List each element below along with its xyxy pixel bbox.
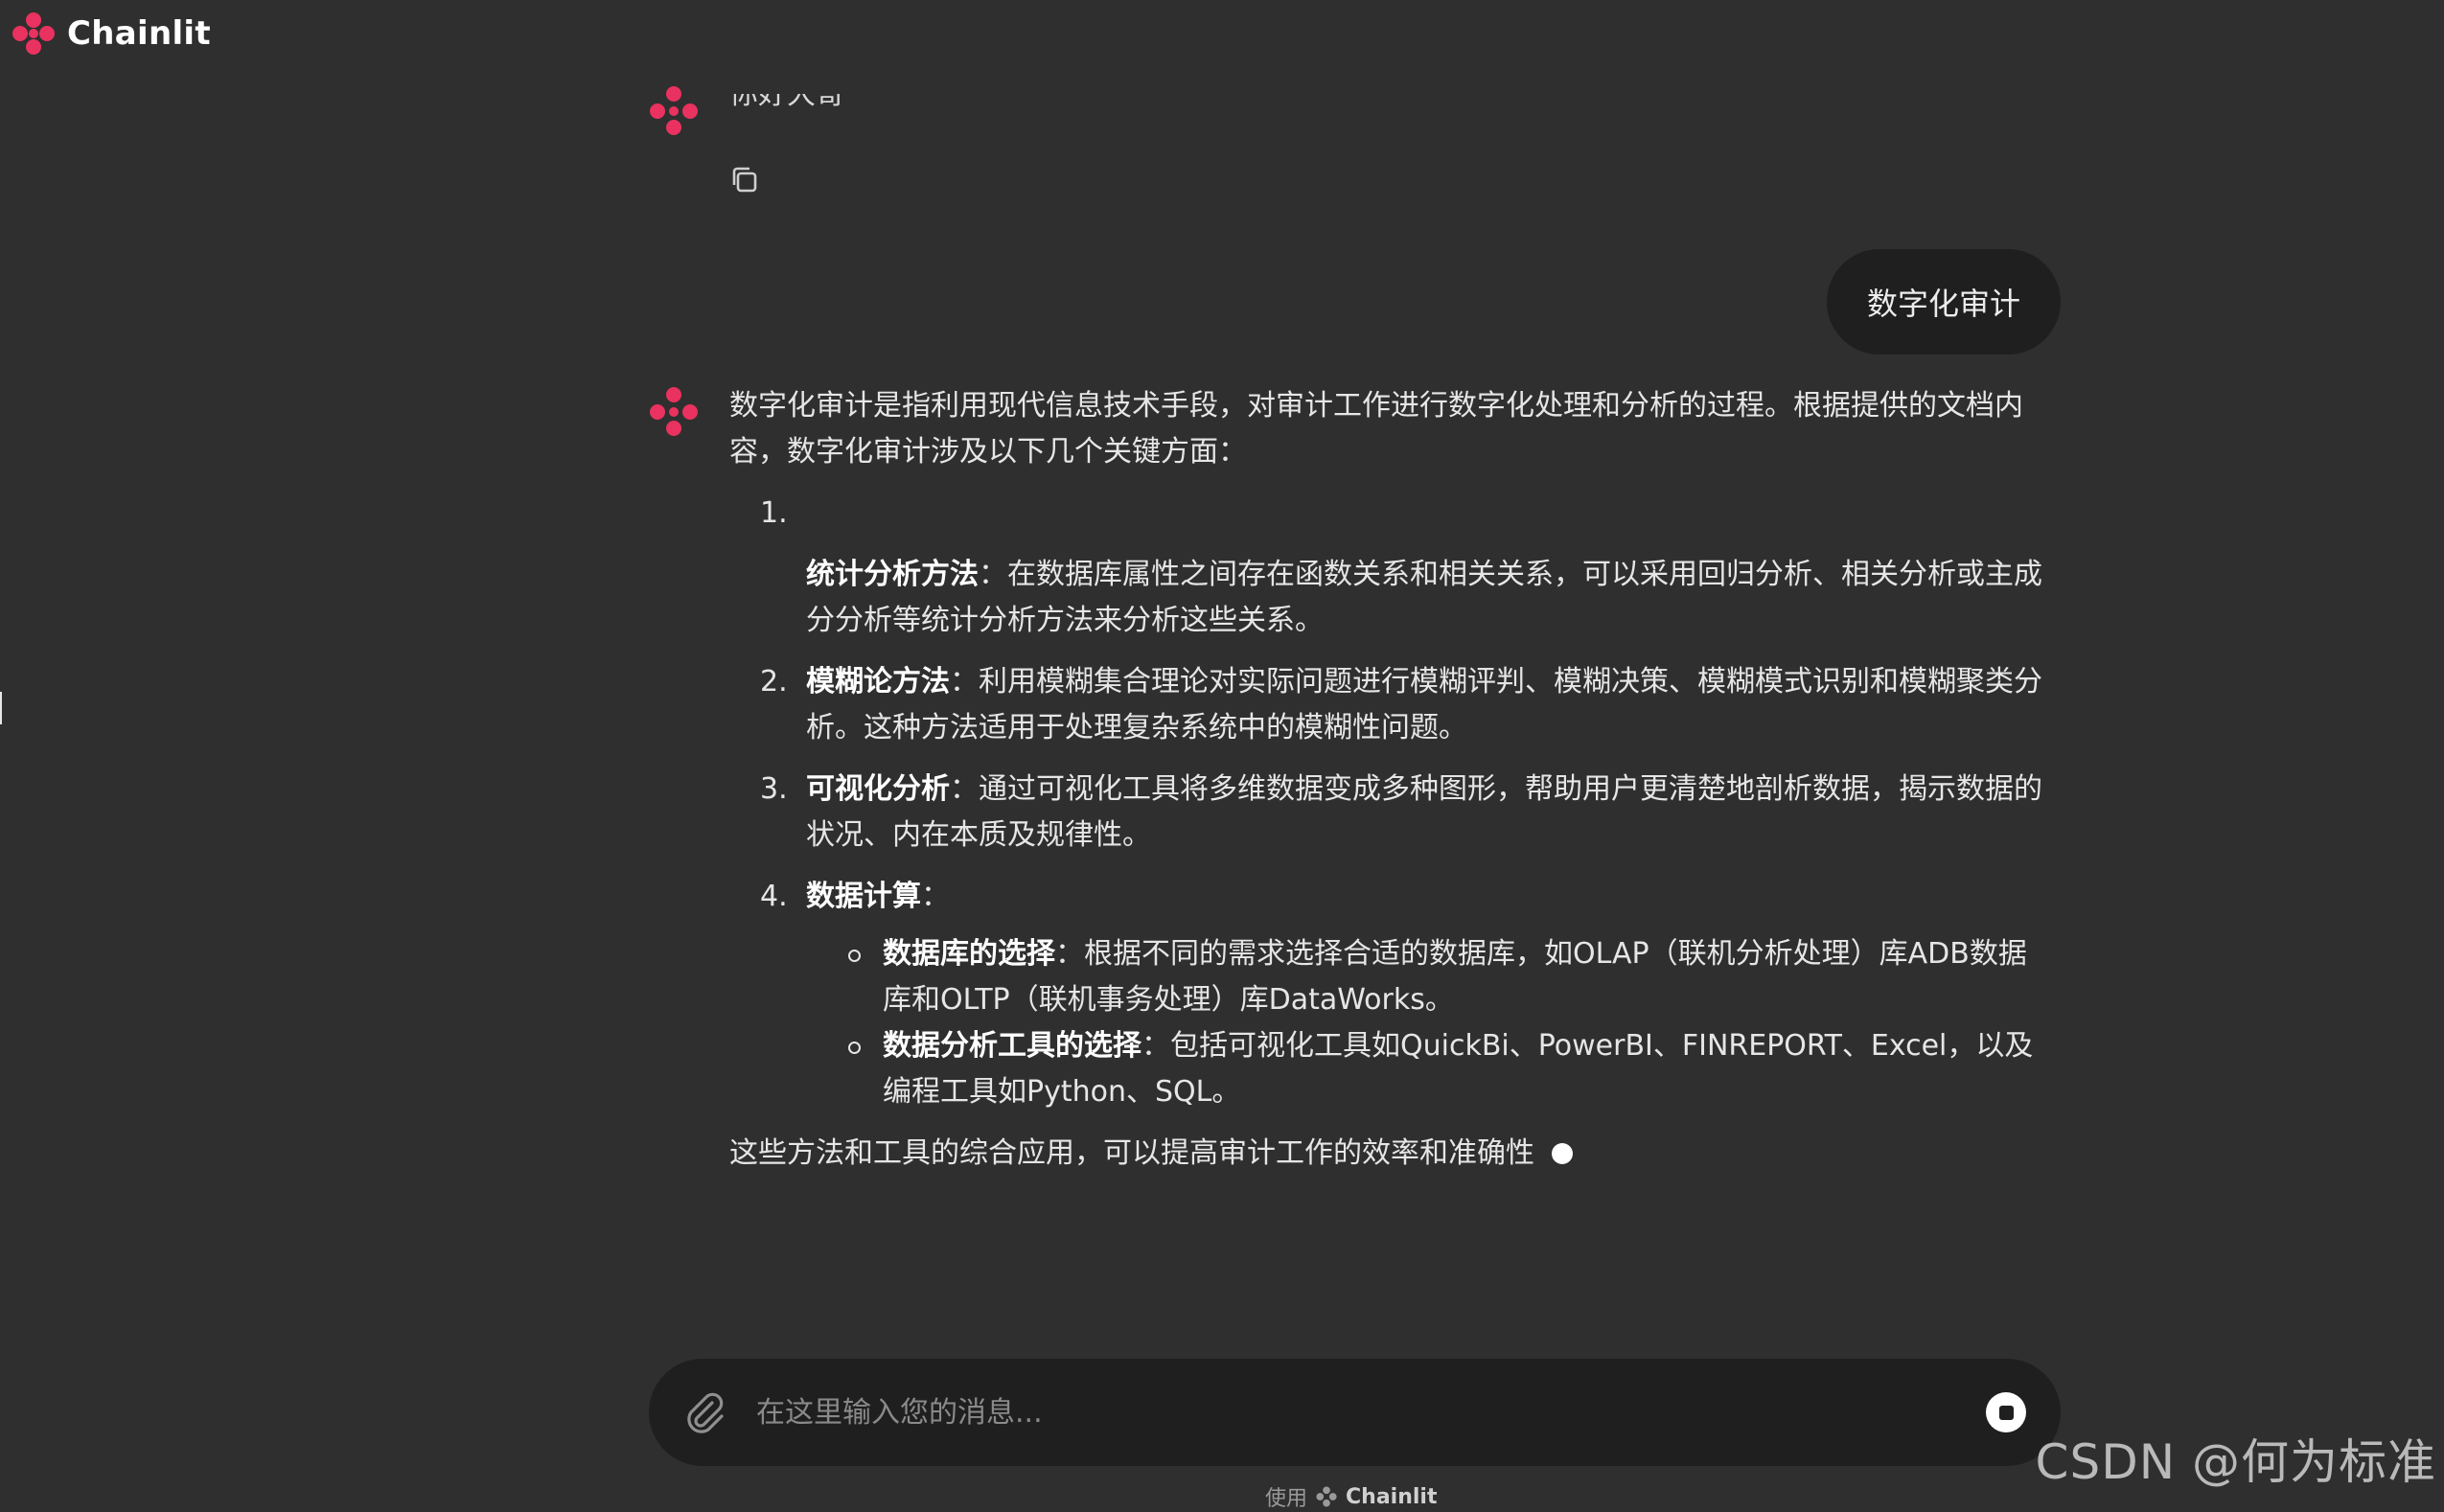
paperclip-icon[interactable] [680,1387,729,1437]
list-item-text: ：通过可视化工具将多维数据变成多种图形，帮助用户更清楚地剖析数据，揭示数据的状况… [806,772,2042,852]
chainlit-logo-icon [10,10,58,57]
answer-closing: 这些方法和工具的综合应用，可以提高审计工作的效率和准确性 [729,1131,2052,1177]
streaming-cursor-icon [1552,1143,1573,1164]
assistant-avatar-icon [647,84,701,138]
list-item-text: ：利用模糊集合理论对实际问题进行模糊评判、模糊决策、模糊模式识别和模糊聚类分析。… [806,665,2042,745]
sub-list-item: 数据库的选择：根据不同的需求选择合适的数据库，如OLAP（联机分析处理）库ADB… [806,931,2052,1023]
watermark-text: CSDN @何为标准 [2036,1424,2436,1493]
assistant-message-greeting: 你好大哥 [647,67,2061,211]
sub-list-item-text: ：根据不同的需求选择合适的数据库，如OLAP（联机分析处理）库ADB数据库和OL… [883,937,2027,1017]
answer-body: 数字化审计是指利用现代信息技术手段，对审计工作进行数字化处理和分析的过程。根据提… [729,383,2052,1177]
stop-icon [1999,1406,2014,1420]
list-item-title: 可视化分析 [806,772,950,806]
sidebar-edge-handle[interactable] [0,692,2,724]
sub-list-item-title: 数据库的选择 [883,937,1055,971]
list-item-text: ： [921,880,950,913]
sub-list-item: 数据分析工具的选择：包括可视化工具如QuickBi、PowerBI、FINREP… [806,1023,2052,1115]
app-header: Chainlit [10,10,211,57]
list-item: 3. 可视化分析：通过可视化工具将多维数据变成多种图形，帮助用户更清楚地剖析数据… [729,767,2052,859]
app-brand-name: Chainlit [67,14,211,53]
message-input[interactable] [756,1386,1906,1439]
powered-by-footer[interactable]: 使用 Chainlit [1265,1481,1437,1512]
message-composer [649,1359,2061,1466]
chainlit-logo-icon [1315,1485,1338,1508]
list-item-number: 1. [760,491,788,537]
user-message-bubble: 数字化审计 [1827,249,2061,355]
list-item-title: 数据计算 [806,880,921,913]
list-item-title: 统计分析方法 [806,558,979,591]
list-item: 4. 数据计算： 数据库的选择：根据不同的需求选择合适的数据库，如OLAP（联机… [729,874,2052,1115]
list-item: 1. 统计分析方法：在数据库属性之间存在函数关系和相关关系，可以采用回归分析、相… [729,491,2052,644]
assistant-avatar-icon [647,385,701,439]
answer-closing-text: 这些方法和工具的综合应用，可以提高审计工作的效率和准确性 [729,1131,1534,1177]
list-item: 2. 模糊论方法：利用模糊集合理论对实际问题进行模糊评判、模糊决策、模糊模式识别… [729,659,2052,751]
stop-generation-button[interactable] [1986,1392,2026,1432]
greeting-text: 你好大哥 [729,79,844,110]
answer-sub-list: 数据库的选择：根据不同的需求选择合适的数据库，如OLAP（联机分析处理）库ADB… [806,931,2052,1115]
list-item-number: 3. [760,767,788,813]
assistant-message-answer: 数字化审计是指利用现代信息技术手段，对审计工作进行数字化处理和分析的过程。根据提… [647,383,2061,1177]
user-message-text: 数字化审计 [1867,280,2020,324]
answer-intro: 数字化审计是指利用现代信息技术手段，对审计工作进行数字化处理和分析的过程。根据提… [729,383,2052,475]
list-item-text: ：在数据库属性之间存在函数关系和相关关系，可以采用回归分析、相关分析或主成分分析… [806,558,2042,637]
list-item-number: 2. [760,659,788,705]
sub-list-item-title: 数据分析工具的选择 [883,1029,1141,1063]
list-item-title: 模糊论方法 [806,665,950,699]
answer-ordered-list: 1. 统计分析方法：在数据库属性之间存在函数关系和相关关系，可以采用回归分析、相… [729,491,2052,1115]
footer-brand: Chainlit [1346,1485,1437,1509]
hollow-bullet-icon [848,1042,861,1054]
list-item-number: 4. [760,874,788,920]
copy-icon[interactable] [727,163,762,197]
footer-prefix: 使用 [1265,1481,1307,1512]
hollow-bullet-icon [848,950,861,962]
